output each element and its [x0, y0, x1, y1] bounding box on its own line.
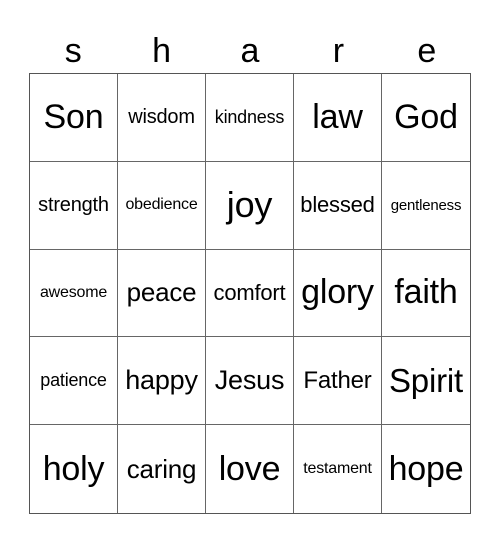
header-letter: h: [152, 32, 172, 70]
bingo-cell[interactable]: God: [382, 74, 470, 162]
bingo-cell[interactable]: faith: [382, 250, 470, 338]
bingo-cell[interactable]: Jesus: [206, 337, 294, 426]
bingo-cell[interactable]: awesome: [30, 249, 118, 338]
bingo-cell[interactable]: love: [206, 425, 294, 513]
header-letter: s: [64, 32, 82, 70]
header-letter: e: [417, 32, 437, 70]
bingo-cell[interactable]: holy: [30, 425, 118, 513]
bingo-cell[interactable]: testament: [294, 425, 382, 513]
header-letter: r: [332, 32, 345, 70]
bingo-cell[interactable]: gentleness: [382, 162, 470, 250]
bingo-cell[interactable]: law: [294, 74, 382, 162]
bingo-cell[interactable]: Father: [294, 337, 382, 426]
bingo-cell[interactable]: happy: [118, 337, 206, 426]
bingo-board: Son wisdom kindness law God strength obe…: [29, 73, 471, 514]
header-letter: a: [240, 32, 260, 70]
bingo-cell[interactable]: peace: [118, 249, 206, 338]
bingo-cell[interactable]: strength: [30, 161, 118, 250]
bingo-cell[interactable]: wisdom: [118, 74, 206, 162]
bingo-cell[interactable]: Son: [30, 74, 118, 162]
bingo-header: s h a r e: [29, 30, 471, 73]
bingo-cell[interactable]: comfort: [206, 249, 294, 338]
bingo-cell[interactable]: glory: [294, 249, 382, 338]
bingo-cell[interactable]: patience: [30, 337, 118, 426]
bingo-cell[interactable]: joy: [206, 161, 294, 250]
bingo-cell[interactable]: kindness: [206, 74, 294, 162]
bingo-cell[interactable]: caring: [118, 425, 206, 513]
bingo-cell[interactable]: hope: [382, 425, 470, 513]
bingo-cell[interactable]: blessed: [294, 161, 382, 250]
bingo-cell[interactable]: Spirit: [382, 337, 470, 426]
bingo-cell[interactable]: obedience: [118, 161, 206, 250]
